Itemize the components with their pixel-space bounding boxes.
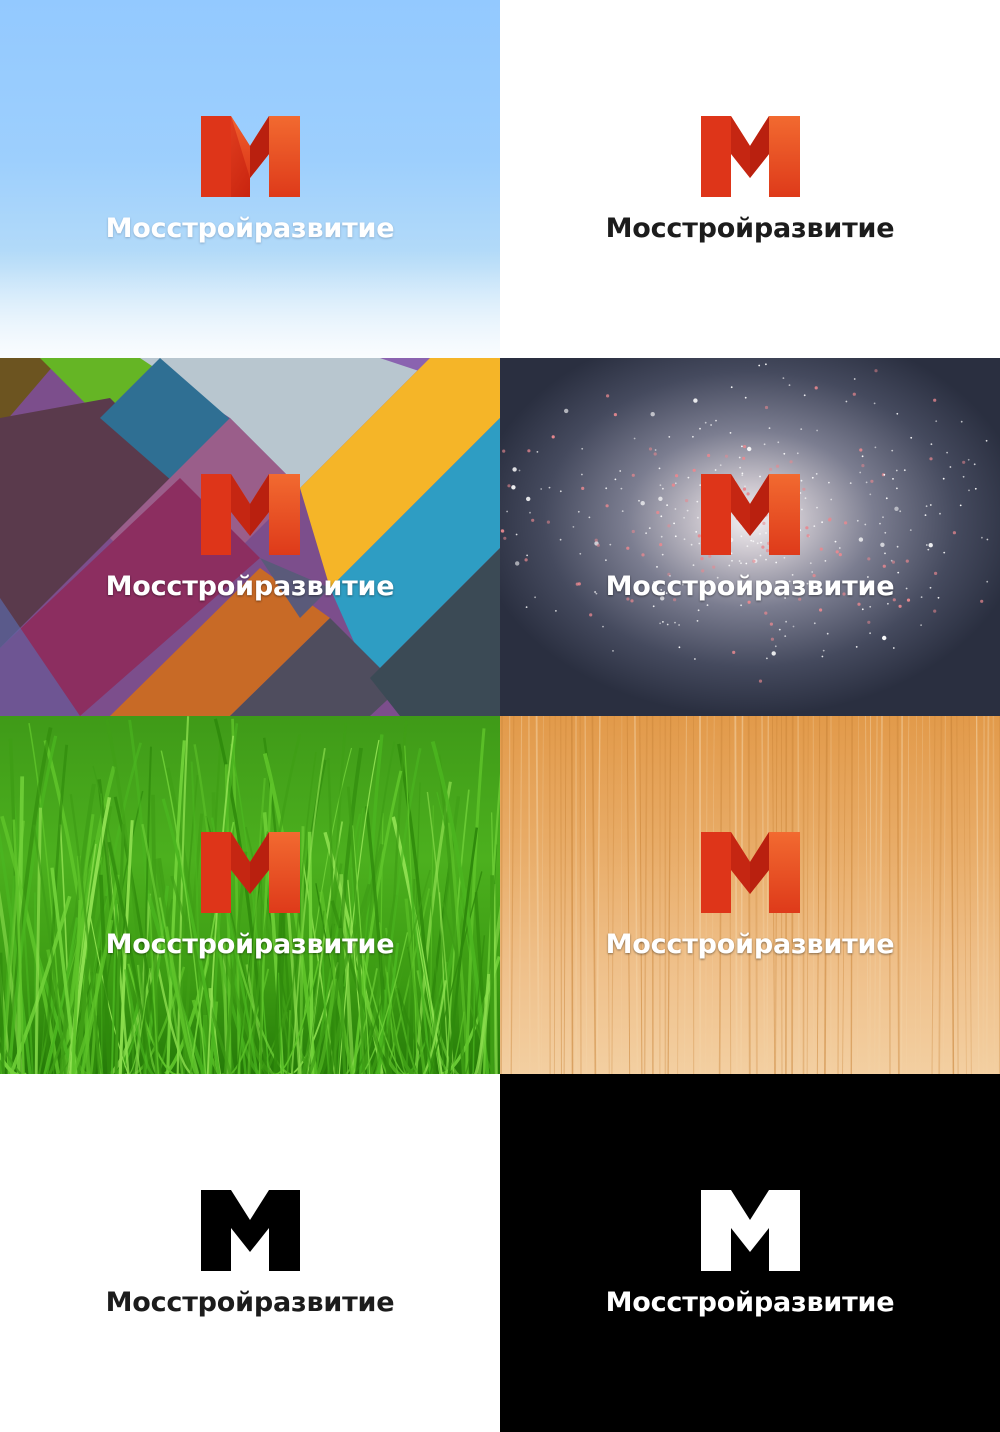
black-m-logo	[200, 1190, 300, 1271]
wordmark: Мосстройразвитие	[605, 571, 895, 602]
wordmark: Мосстройразвитие	[105, 929, 395, 960]
red-m-logo	[700, 116, 800, 197]
wordmark: Мосстройразвитие	[605, 213, 895, 244]
panel-wood: Мосстройразвитие	[500, 716, 1000, 1074]
panel-grass: Мосстройразвитие	[0, 716, 500, 1074]
panel-black-mono: Мосстройразвитие	[500, 1074, 1000, 1432]
red-m-logo	[700, 474, 800, 555]
wordmark: Мосстройразвитие	[605, 1287, 895, 1318]
wordmark: Мосстройразвитие	[105, 571, 395, 602]
white-m-logo	[700, 1190, 800, 1271]
logo-presentation-board: Мосстройразвитие Мосстройразвитие Мосстр…	[0, 0, 1000, 1432]
panel-sky: Мосстройразвитие	[0, 0, 500, 358]
wordmark: Мосстройразвитие	[605, 929, 895, 960]
panel-galaxy: Мосстройразвитие	[500, 358, 1000, 716]
panel-white-mono: Мосстройразвитие	[0, 1074, 500, 1432]
red-m-logo	[200, 832, 300, 913]
red-m-logo	[700, 832, 800, 913]
wordmark: Мосстройразвитие	[105, 213, 395, 244]
red-m-logo	[200, 474, 300, 555]
panel-geometric: Мосстройразвитие	[0, 358, 500, 716]
panel-white: Мосстройразвитие	[500, 0, 1000, 358]
wordmark: Мосстройразвитие	[105, 1287, 395, 1318]
red-m-logo	[200, 116, 300, 197]
